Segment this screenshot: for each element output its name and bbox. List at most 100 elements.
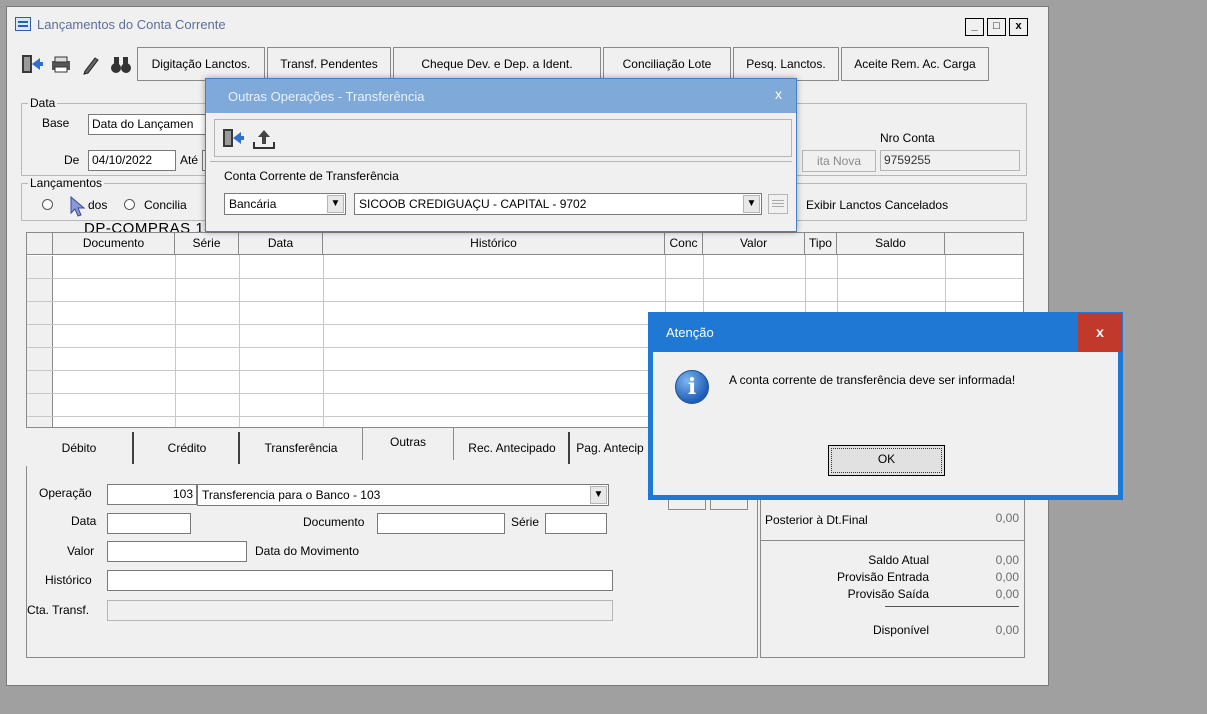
conta-nova-button[interactable]: ita Nova <box>802 150 876 172</box>
radio-todos[interactable] <box>42 199 53 210</box>
tab-debito[interactable]: Débito <box>26 432 134 464</box>
nro-conta-label: Nro Conta <box>880 131 935 145</box>
account-select[interactable]: SICOOB CREDIGUAÇU - CAPITAL - 9702 ▼ <box>354 193 762 215</box>
saldo-atual-label: Saldo Atual <box>868 553 929 567</box>
radio-conciliados[interactable] <box>124 199 135 210</box>
col-historico[interactable]: Histórico <box>323 233 665 255</box>
data-label: Data <box>71 514 97 528</box>
valor-label: Valor <box>67 544 95 558</box>
grid-header: Documento Série Data Histórico Conc Valo… <box>27 233 1023 255</box>
tab-credito[interactable]: Crédito <box>136 432 240 464</box>
main-titlebar: Lançamentos do Conta Corrente _ □ x <box>7 7 1048 41</box>
table-row[interactable] <box>27 279 1023 302</box>
col-saldo[interactable]: Saldo <box>837 233 945 255</box>
operacao-select[interactable]: Transferencia para o Banco - 103 ▼ <box>197 484 609 506</box>
app-icon <box>15 17 31 31</box>
operacao-label: Operação <box>39 486 92 500</box>
tab-pag-antecipado[interactable]: Pag. Antecip <box>572 432 648 464</box>
tab-digitacao[interactable]: Digitação Lanctos. <box>137 47 265 81</box>
main-window-title: Lançamentos do Conta Corrente <box>37 17 226 32</box>
edit-button[interactable] <box>77 47 105 81</box>
disponivel-value: 0,00 <box>995 623 1019 637</box>
pen-icon <box>83 57 99 75</box>
conta-transferencia-label: Conta Corrente de Transferência <box>224 169 399 183</box>
historico-label: Histórico <box>45 573 92 587</box>
operacao-select-value: Transferencia para o Banco - 103 <box>202 488 381 502</box>
binoculars-icon <box>111 57 131 73</box>
tab-transferencia[interactable]: Transferência <box>242 432 360 464</box>
prov-entrada-value: 0,00 <box>995 570 1019 584</box>
ate-label: Até <box>180 153 199 167</box>
data-field[interactable] <box>107 513 191 534</box>
data-group-label: Data <box>28 96 58 110</box>
print-icon <box>52 56 70 73</box>
upload-tray-icon <box>253 130 275 149</box>
chevron-down-icon[interactable]: ▼ <box>590 486 607 504</box>
print-button[interactable] <box>47 47 75 81</box>
col-documento[interactable]: Documento <box>53 233 175 255</box>
alert-dialog: Atenção x i A conta corrente de transfer… <box>648 312 1123 500</box>
de-label: De <box>64 153 80 167</box>
disponivel-label: Disponível <box>872 623 929 637</box>
minimize-button[interactable]: _ <box>965 18 984 36</box>
de-date-field[interactable]: 04/10/2022 <box>88 150 176 171</box>
summary-divider <box>885 606 1019 607</box>
prov-entrada-label: Provisão Entrada <box>836 570 929 584</box>
account-select-value: SICOOB CREDIGUAÇU - CAPITAL - 9702 <box>359 197 587 211</box>
serie-label: Série <box>511 515 540 529</box>
tab-cheque-dev[interactable]: Cheque Dev. e Dep. a Ident. <box>393 47 601 81</box>
transfer-exit-button[interactable] <box>219 122 247 154</box>
transfer-dialog: Outras Operações - Transferência x Conta… <box>205 78 797 232</box>
serie-field[interactable] <box>545 513 607 534</box>
prov-saida-label: Provisão Saída <box>847 587 929 601</box>
account-type-select[interactable]: Bancária ▼ <box>224 193 346 215</box>
close-button[interactable]: x <box>1009 18 1028 36</box>
exit-icon <box>223 129 244 147</box>
base-field[interactable]: Data do Lançamen <box>88 114 218 135</box>
documento-label: Documento <box>303 515 365 529</box>
cta-transf-label: Cta. Transf. <box>27 603 90 617</box>
tab-rec-antecipado[interactable]: Rec. Antecipado <box>456 432 570 464</box>
alert-dialog-title: Atenção <box>666 325 714 340</box>
table-row[interactable] <box>27 256 1023 279</box>
documento-field[interactable] <box>377 513 505 534</box>
info-icon: i <box>675 370 709 404</box>
exibir-cancelados-label[interactable]: Exibir Lanctos Cancelados <box>806 198 948 212</box>
list-icon <box>772 200 784 207</box>
col-valor[interactable]: Valor <box>703 233 805 255</box>
alert-message: A conta corrente de transferência deve s… <box>729 373 1016 387</box>
operacao-code-field[interactable]: 103 <box>107 484 197 505</box>
prov-saida-value: 0,00 <box>995 587 1019 601</box>
transfer-dialog-close-button[interactable]: x <box>775 86 782 102</box>
cta-transf-field <box>107 600 613 621</box>
maximize-button[interactable]: □ <box>987 18 1006 36</box>
transfer-confirm-button[interactable] <box>251 122 279 154</box>
chevron-down-icon[interactable]: ▼ <box>327 195 344 213</box>
exit-icon <box>22 55 43 73</box>
tab-pesq-lanctos[interactable]: Pesq. Lanctos. <box>733 47 839 81</box>
data-movimento-label: Data do Movimento <box>255 544 360 558</box>
alert-dialog-close-button[interactable]: x <box>1078 313 1122 352</box>
col-data[interactable]: Data <box>239 233 323 255</box>
tab-aceite-rem[interactable]: Aceite Rem. Ac. Carga <box>841 47 989 81</box>
col-serie[interactable]: Série <box>175 233 239 255</box>
account-lookup-button[interactable] <box>768 194 788 214</box>
tab-conciliacao-lote[interactable]: Conciliação Lote <box>603 47 731 81</box>
tab-transf-pendentes[interactable]: Transf. Pendentes <box>267 47 391 81</box>
nro-conta-field: 9759255 <box>880 150 1020 171</box>
radio-todos-label: dos <box>88 198 108 212</box>
col-tipo[interactable]: Tipo <box>805 233 837 255</box>
chevron-down-icon[interactable]: ▼ <box>743 195 760 213</box>
col-conc[interactable]: Conc <box>665 233 703 255</box>
search-button[interactable] <box>107 47 135 81</box>
tab-outras[interactable]: Outras <box>362 428 454 460</box>
historico-field[interactable] <box>107 570 613 591</box>
valor-field[interactable] <box>107 541 247 562</box>
lancamentos-group-label: Lançamentos <box>28 176 105 190</box>
exit-button[interactable] <box>17 47 45 81</box>
grid-corner <box>27 233 53 255</box>
saldo-atual-value: 0,00 <box>995 553 1019 567</box>
ok-button[interactable]: OK <box>828 445 945 476</box>
transfer-dialog-title: Outras Operações - Transferência <box>228 89 425 104</box>
radio-conciliados-label: Concilia <box>144 198 187 212</box>
